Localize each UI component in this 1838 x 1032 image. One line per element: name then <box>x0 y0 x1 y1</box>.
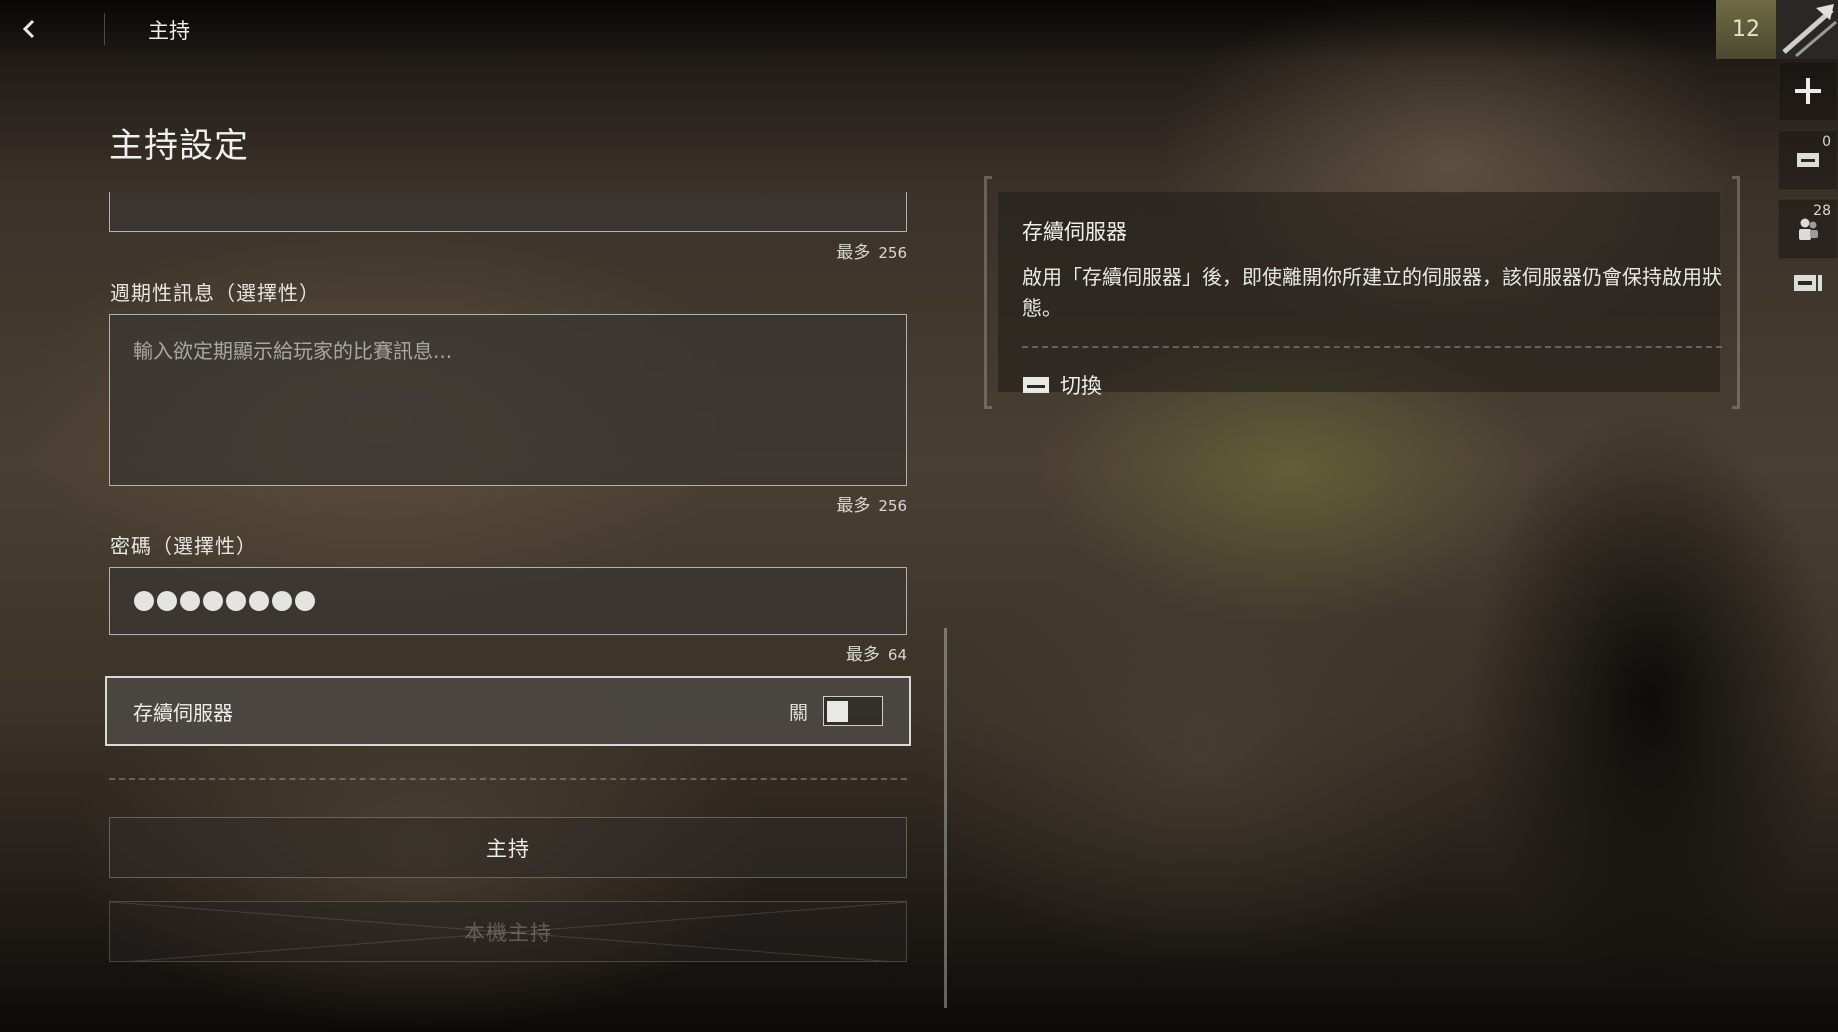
header-title: 主持 <box>148 19 190 43</box>
info-description: 啟用「存續伺服器」後，即使離開你所建立的伺服器，該伺服器仍會保持啟用狀態。 <box>1022 265 1722 320</box>
mail-button[interactable]: 0 <box>1778 130 1838 190</box>
max-label: 最多 <box>836 243 871 263</box>
periodic-message-max-count: 最多 256 <box>836 491 907 516</box>
chevron-left-icon <box>22 19 35 39</box>
info-panel: 存續伺服器 啟用「存續伺服器」後，即使離開你所建立的伺服器，該伺服器仍會保持啟用… <box>984 176 1740 409</box>
friends-button[interactable]: 28 <box>1778 199 1838 259</box>
rank-number: 12 <box>1732 17 1760 42</box>
local-host-button: 本機主持 <box>109 901 907 962</box>
password-dot <box>180 591 200 611</box>
password-dot <box>249 591 269 611</box>
friends-count: 28 <box>1813 203 1831 219</box>
panel-bracket-left <box>984 176 992 409</box>
periodic-message-label: 週期性訊息（選擇性） <box>110 281 320 305</box>
info-panel-body: 存續伺服器 啟用「存續伺服器」後，即使離開你所建立的伺服器，該伺服器仍會保持啟用… <box>998 192 1722 398</box>
password-field[interactable] <box>109 567 907 635</box>
top-text-field[interactable] <box>109 192 907 232</box>
password-dot <box>157 591 177 611</box>
top-bar: 主持 <box>0 0 1838 60</box>
add-button[interactable] <box>1778 61 1838 121</box>
header-divider <box>104 13 105 45</box>
max-label: 最多 <box>836 496 871 516</box>
back-button[interactable] <box>14 14 44 44</box>
password-max-count: 最多 64 <box>846 640 907 665</box>
password-dot <box>203 591 223 611</box>
switch-knob <box>827 701 848 722</box>
persistent-server-label: 存續伺服器 <box>133 700 233 725</box>
password-dot <box>295 591 315 611</box>
mail-icon <box>1797 153 1819 167</box>
periodic-message-input[interactable] <box>109 314 907 486</box>
page-title: 主持設定 <box>109 126 249 166</box>
player-emblem[interactable] <box>1776 0 1838 59</box>
max-label: 最多 <box>845 645 880 665</box>
password-dot <box>272 591 292 611</box>
host-button[interactable]: 主持 <box>109 817 907 878</box>
password-label: 密碼（選擇性） <box>110 534 257 558</box>
info-title: 存續伺服器 <box>1022 220 1127 244</box>
section-divider <box>109 778 907 780</box>
max-value: 64 <box>887 646 907 664</box>
persistent-server-switch[interactable] <box>823 696 883 726</box>
mail-count: 0 <box>1822 134 1831 150</box>
exit-icon <box>1794 275 1822 291</box>
toggle-action-label: 切換 <box>1060 374 1102 398</box>
toggle-state-text: 關 <box>788 701 808 724</box>
password-dot <box>134 591 154 611</box>
scrollbar[interactable] <box>944 628 947 1008</box>
friends-icon <box>1799 218 1818 240</box>
keyboard-key-icon <box>1023 377 1049 393</box>
panel-bracket-right <box>1732 176 1740 409</box>
max-value: 256 <box>878 244 907 262</box>
top-field-max-count: 最多 256 <box>836 238 907 263</box>
local-host-label: 本機主持 <box>464 920 552 945</box>
password-dot <box>226 591 246 611</box>
plus-icon <box>1795 78 1821 104</box>
exit-button[interactable] <box>1778 253 1838 313</box>
rank-badge[interactable]: 12 <box>1716 0 1776 59</box>
max-value: 256 <box>878 497 907 515</box>
persistent-server-toggle-row[interactable]: 存續伺服器 關 <box>105 676 911 746</box>
emblem-icon <box>1782 4 1837 58</box>
info-divider <box>1022 346 1722 348</box>
toggle-action-hint[interactable]: 切換 <box>1022 370 1102 400</box>
